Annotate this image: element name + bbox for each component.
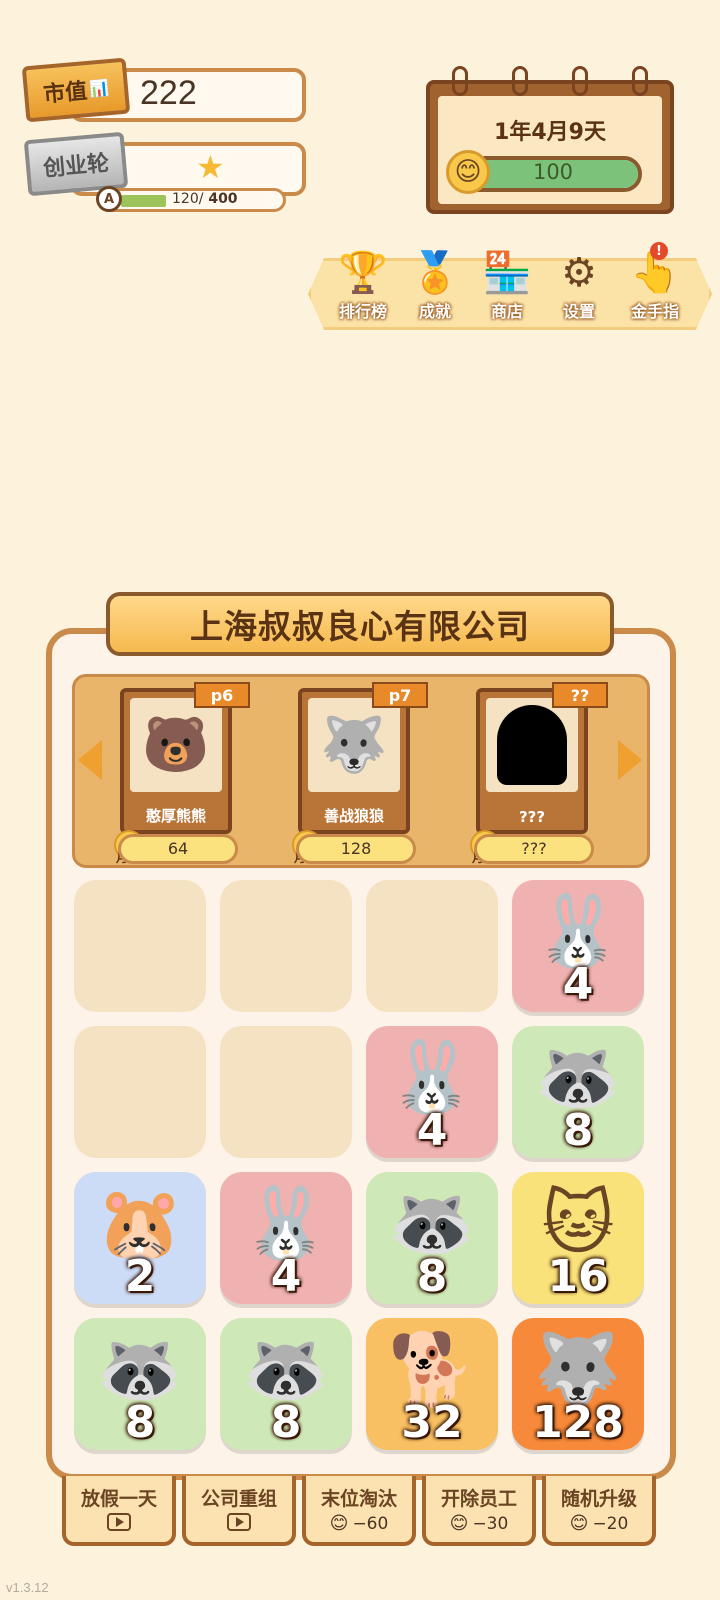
calendar-ring	[512, 66, 528, 96]
employee-salary: 64	[118, 834, 238, 864]
employee-card[interactable]: 🐺 善战狼狼	[298, 688, 410, 834]
medal-icon: 🏅	[410, 250, 460, 296]
smile-icon: 😊	[569, 1513, 589, 1534]
action-label: 放假一天	[80, 1488, 157, 1510]
grid-cell-empty[interactable]	[220, 880, 352, 1012]
exp-current: 120/	[172, 191, 204, 207]
employee-card[interactable]: 🐻 憨厚熊熊	[120, 688, 232, 834]
tile-value: 2	[124, 1251, 156, 1302]
funding-round-label: 创业轮	[42, 151, 111, 182]
calendar-ring	[632, 66, 648, 96]
menu-shop-button[interactable]: 🏪 商店	[472, 248, 542, 328]
tile-value: 128	[532, 1397, 624, 1448]
grid-tile[interactable]: 🦝 8	[512, 1026, 644, 1158]
tile-value: 8	[416, 1251, 448, 1302]
fire-employee-button[interactable]: 开除员工 😊 −30	[422, 1476, 536, 1546]
grid-tile[interactable]: 🐕 32	[366, 1318, 498, 1450]
smile-icon: 😊	[446, 150, 490, 194]
wolf-icon: 🐺	[308, 698, 400, 792]
tile-value: 8	[270, 1397, 302, 1448]
market-cap-label: 市值	[42, 79, 89, 108]
grid-cell-empty[interactable]	[74, 880, 206, 1012]
menu-label: 金手指	[630, 302, 679, 321]
grid-tile[interactable]: 🐱 16	[512, 1172, 644, 1304]
market-cap-value: 222	[140, 74, 197, 112]
menu-label: 设置	[562, 302, 595, 321]
chart-icon: 📊	[88, 77, 110, 99]
grid-tile[interactable]: 🐰 4	[512, 880, 644, 1012]
calendar-ring	[572, 66, 588, 96]
tile-value: 8	[562, 1105, 594, 1156]
grid-tile[interactable]: 🐰 4	[220, 1172, 352, 1304]
trophy-icon: 🏆	[338, 250, 388, 296]
employee-name: ???	[518, 808, 546, 826]
version-label: v1.3.12	[6, 1580, 49, 1595]
tile-value: 8	[124, 1397, 156, 1448]
action-label: 随机升级	[560, 1488, 637, 1510]
calendar-ring	[452, 66, 468, 96]
menu-achievements-button[interactable]: 🏅 成就	[400, 248, 470, 328]
star-icon: ★	[196, 148, 225, 186]
employee-salary: 128	[296, 834, 416, 864]
menu-golden-finger-button[interactable]: 👆 金手指	[620, 248, 690, 328]
smile-icon: 😊	[329, 1513, 349, 1534]
tile-value: 4	[270, 1251, 302, 1302]
grid-tile[interactable]: 🐹 2	[74, 1172, 206, 1304]
action-cost: −30	[472, 1513, 509, 1534]
action-cost: −60	[352, 1513, 389, 1534]
company-name: 上海叔叔良心有限公司	[106, 592, 614, 656]
grid-tile[interactable]: 🦝 8	[74, 1318, 206, 1450]
menu-label: 商店	[490, 302, 523, 321]
eliminate-last-button[interactable]: 末位淘汰 😊 −60	[302, 1476, 416, 1546]
employee-card-locked[interactable]: ???	[476, 688, 588, 834]
employee-rank: p7	[372, 682, 428, 708]
video-play-icon	[107, 1513, 131, 1531]
employee-name: 憨厚熊熊	[145, 807, 206, 825]
gear-icon: ⚙	[561, 250, 597, 296]
tile-value: 4	[416, 1105, 448, 1156]
grid-tile[interactable]: 🐰 4	[366, 1026, 498, 1158]
smile-icon: 😊	[449, 1513, 469, 1534]
restructure-button[interactable]: 公司重组	[182, 1476, 296, 1546]
menu-label: 排行榜	[338, 302, 387, 321]
market-cap-badge: 市值 📊	[21, 57, 131, 123]
exp-text: 120/ 400	[172, 191, 238, 207]
employee-rank: p6	[194, 682, 250, 708]
video-play-icon	[227, 1513, 251, 1531]
day-off-button[interactable]: 放假一天	[62, 1476, 176, 1546]
shop-icon: 🏪	[482, 250, 532, 296]
action-label: 公司重组	[200, 1488, 277, 1510]
menu-leaderboard-button[interactable]: 🏆 排行榜	[328, 248, 398, 328]
bear-icon: 🐻	[130, 698, 222, 792]
grid-tile[interactable]: 🦝 8	[366, 1172, 498, 1304]
grid-cell-empty[interactable]	[74, 1026, 206, 1158]
calendar-date: 1年4月9天	[494, 120, 606, 145]
tile-value: 4	[562, 959, 594, 1010]
grid-tile[interactable]: 🐺 128	[512, 1318, 644, 1450]
silhouette-icon	[486, 698, 578, 792]
employee-rank: ??	[552, 682, 608, 708]
grid-tile[interactable]: 🦝 8	[220, 1318, 352, 1450]
random-upgrade-button[interactable]: 随机升级 😊 −20	[542, 1476, 656, 1546]
grid-cell-empty[interactable]	[220, 1026, 352, 1158]
exp-max: 400	[203, 191, 238, 207]
next-arrow-icon[interactable]	[618, 740, 642, 780]
tile-value: 32	[401, 1397, 463, 1448]
action-label: 开除员工	[440, 1488, 517, 1510]
action-label: 末位淘汰	[320, 1488, 397, 1510]
employee-name: 善战狼狼	[323, 807, 384, 825]
menu-label: 成就	[418, 302, 451, 321]
prev-arrow-icon[interactable]	[78, 740, 102, 780]
action-cost: −20	[592, 1513, 629, 1534]
grid-cell-empty[interactable]	[366, 880, 498, 1012]
menu-settings-button[interactable]: ⚙ 设置	[544, 248, 614, 328]
employee-salary: ???	[474, 834, 594, 864]
grade-badge: A	[96, 186, 122, 212]
exp-bar-fill	[121, 195, 166, 207]
alert-badge: !	[650, 242, 668, 260]
tile-value: 16	[547, 1251, 609, 1302]
